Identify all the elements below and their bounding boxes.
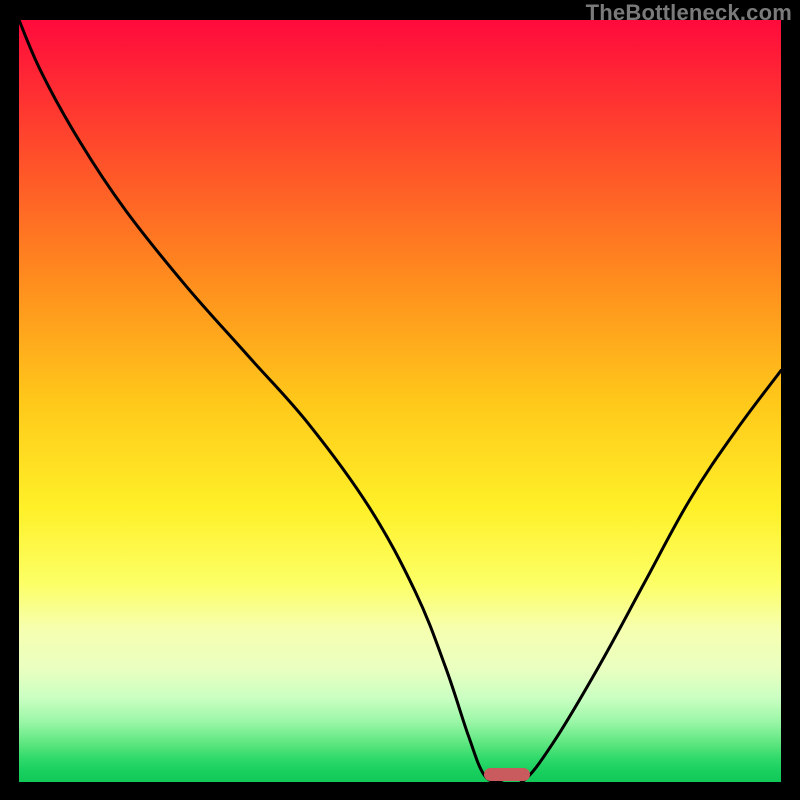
bottleneck-curve	[19, 20, 781, 782]
watermark-text: TheBottleneck.com	[586, 0, 792, 26]
optimal-marker	[484, 768, 530, 781]
plot-area	[19, 20, 781, 782]
chart-container: TheBottleneck.com	[0, 0, 800, 800]
